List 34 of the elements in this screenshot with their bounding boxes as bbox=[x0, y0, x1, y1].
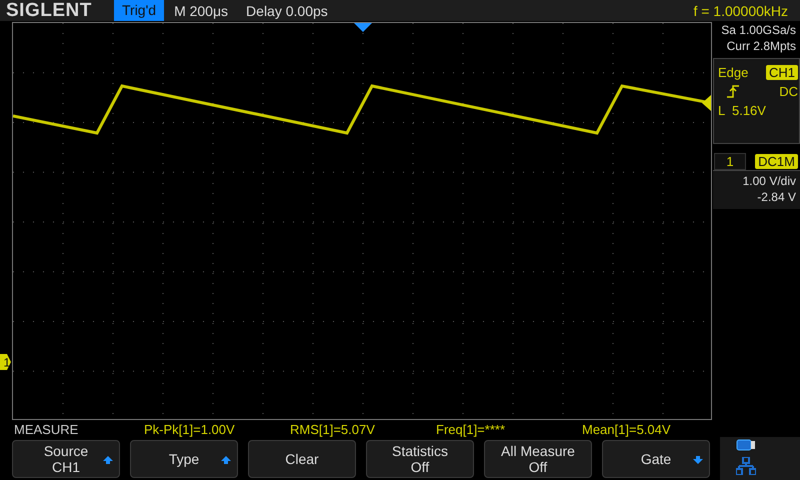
trigger-level: L 5.16V bbox=[718, 103, 766, 118]
channel-number: 1 bbox=[714, 152, 746, 170]
usb-drive-icon bbox=[736, 439, 756, 451]
channel-marker: 1 bbox=[0, 354, 11, 370]
softkey[interactable]: Statistics Off bbox=[366, 440, 474, 478]
memory-depth: Curr 2.8Mpts bbox=[726, 38, 797, 54]
rising-edge-icon bbox=[726, 84, 740, 98]
softkey[interactable]: Gate bbox=[602, 440, 710, 478]
softkey[interactable]: Clear bbox=[248, 440, 356, 478]
softkey[interactable]: All Measure Off bbox=[484, 440, 592, 478]
channel-coupling: DC1M bbox=[755, 154, 798, 168]
up-arrow-icon bbox=[221, 456, 231, 464]
measurement-reading: Pk-Pk[1]=1.00V bbox=[144, 422, 236, 436]
up-arrow-icon bbox=[103, 456, 113, 464]
down-arrow-icon bbox=[693, 456, 703, 464]
vertical-scale: 1.00 V/div bbox=[742, 173, 796, 189]
frequency-counter: f = 1.00000kHz bbox=[693, 2, 788, 18]
trigger-source: CH1 bbox=[766, 65, 798, 80]
trigger-type: Edge bbox=[718, 65, 750, 80]
brand-logo: SIGLENT bbox=[6, 0, 93, 22]
vertical-offset: -2.84 V bbox=[757, 189, 796, 205]
trigger-status: Trig'd bbox=[114, 0, 164, 21]
timebase: M 200μs bbox=[174, 2, 228, 18]
measurement-reading: Freq[1]=**** bbox=[436, 422, 506, 436]
softkey[interactable]: Type bbox=[130, 440, 238, 478]
measurement-reading: Mean[1]=5.04V bbox=[582, 422, 672, 436]
measure-title: MEASURE bbox=[14, 422, 80, 436]
trigger-level-marker bbox=[702, 95, 711, 111]
trigger-coupling: DC bbox=[779, 84, 798, 99]
trigger-delay: Delay 0.00ps bbox=[246, 2, 328, 18]
measurement-reading: RMS[1]=5.07V bbox=[290, 422, 376, 436]
network-icon bbox=[736, 457, 756, 475]
sample-rate: Sa 1.00GSa/s bbox=[720, 22, 797, 38]
softkey[interactable]: Source CH1 bbox=[12, 440, 120, 478]
